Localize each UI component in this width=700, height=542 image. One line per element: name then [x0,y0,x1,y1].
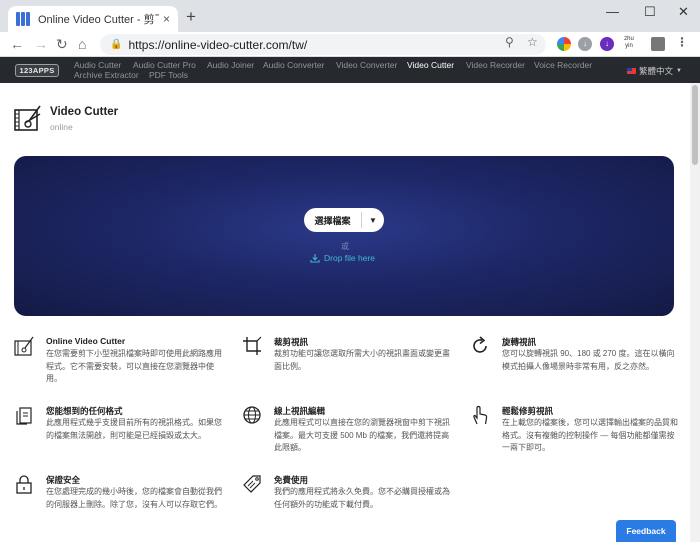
feature-description: 您可以旋轉視訊 90、180 或 270 度。這在以橫向模式拍攝人像場景時非常有… [502,349,675,371]
feature-crop-video: 裁剪視訊 裁剪功能可讓您選取所需大小的視訊畫面或變更畫面比例。 [242,336,452,396]
feature-secure: 保證安全 在您處理完成的幾小時後，您的檔案會自動從我們的伺服器上刪除。除了您，沒… [14,474,224,534]
feature-description: 在您處理完成的幾小時後，您的檔案會自動從我們的伺服器上刪除。除了您，沒有人可以存… [46,487,222,509]
nav-video-cutter[interactable]: Video Cutter [407,60,454,70]
feature-title: Online Video Cutter [46,336,126,346]
feature-title: 線上視訊編輯 [274,406,326,416]
feature-description: 此應用程式幾乎支援目前所有的視訊格式。如果您的檔案無法開啟，則可能是已經損毀或太… [46,418,222,440]
feature-description: 裁剪功能可讓您選取所需大小的視訊畫面或變更畫面比例。 [274,349,450,371]
chevron-down-icon[interactable]: ▼ [362,216,384,225]
site-favicon-icon [16,12,30,26]
maximize-button[interactable]: ☐ [644,4,656,20]
nav-video-recorder[interactable]: Video Recorder [466,60,525,70]
feature-title: 旋轉視訊 [502,337,537,347]
site-navigation: 123APPS Audio Cutter Audio Cutter Pro Au… [0,57,700,83]
page-scrollbar[interactable] [690,83,700,542]
video-cutter-icon [14,336,34,356]
feature-title: 您能想到的任何格式 [46,406,123,416]
forward-icon[interactable]: → [34,36,48,52]
page-title: Video Cutter [50,106,119,118]
nav-pdf-tools[interactable]: PDF Tools [149,70,188,80]
nav-video-converter[interactable]: Video Converter [336,60,397,70]
zoom-icon[interactable]: ⚲ [505,35,514,49]
extension-chrome-icon[interactable] [557,37,571,51]
feature-title: 保證安全 [46,475,81,485]
new-tab-button[interactable]: + [186,8,196,26]
feature-title: 輕鬆修剪視訊 [502,406,554,416]
lock-icon [16,475,32,494]
upload-dropzone[interactable] [14,156,674,316]
zhuyin-extension-icon[interactable]: zhu yin [621,36,637,50]
extension-grid-icon[interactable] [651,37,665,51]
feature-description: 我們的應用程式將永久免費。您不必購買授權或為任何額外的功能或下載付費。 [274,487,450,509]
flag-icon [627,68,636,74]
video-cutter-logo-icon [14,105,41,131]
choose-file-label: 選擇檔案 [314,215,351,226]
drop-file-text: Drop file here [324,253,376,263]
feature-easy-trim: 輕鬆修剪視訊 在上載您的檔案後，您可以選擇輸出檔案的品質和格式。沒有複雜的控制操… [470,405,680,465]
url-text: https://online-video-cutter.com/tw/ [128,37,308,52]
feature-title: 裁剪視訊 [274,337,309,347]
menu-icon[interactable]: ⋮ [676,35,688,49]
reload-icon[interactable]: ↻ [56,36,68,52]
chevron-down-icon: ▼ [676,68,682,74]
feature-title: 免費使用 [274,475,309,485]
feature-description: 此應用程式可以直接在您的瀏覽器視窗中剪下視訊檔案。最大可支援 500 Mb 的檔… [274,418,450,452]
language-selector[interactable]: 繁體中文 ▼ [627,65,682,77]
close-window-button[interactable]: ✕ [678,4,689,20]
lock-icon: 🔒 [110,39,123,50]
free-tag-icon [243,475,261,493]
crop-icon [243,336,262,355]
touch-icon [473,405,488,425]
language-label: 繁體中文 [639,66,674,76]
or-separator: 或 [341,242,349,251]
feature-description: 在上載您的檔案後，您可以選擇輸出檔案的品質和格式。沒有複雜的控制操作 — 每個功… [502,418,678,452]
tab-title: Online Video Cutter - 剪下視訊 [38,14,159,26]
feature-any-format: 您能想到的任何格式 此應用程式幾乎支援目前所有的視訊格式。如果您的檔案無法開啟，… [14,405,224,465]
address-toolbar: ← → ↻ ⌂ 🔒 https://online-video-cutter.co… [0,32,700,57]
feature-online-video-cutter: Online Video Cutter 在您需要剪下小型視訊檔案時即可使用此網路… [14,336,224,396]
feature-online-editing: 線上視訊編輯 此應用程式可以直接在您的瀏覽器視窗中剪下視訊檔案。最大可支援 50… [242,405,452,465]
extension-purple-icon[interactable]: ↓ [600,37,614,51]
bookmark-star-icon[interactable]: ☆ [527,35,538,49]
nav-audio-converter[interactable]: Audio Converter [263,60,324,70]
tab-close-icon[interactable]: × [163,12,170,26]
scrollbar-thumb[interactable] [692,85,698,165]
nav-audio-cutter[interactable]: Audio Cutter [74,60,121,70]
browser-tab-strip: Online Video Cutter - 剪下視訊 × + — ☐ ✕ [0,0,700,32]
browser-tab[interactable]: Online Video Cutter - 剪下視訊 × [8,6,178,32]
download-extension-icon[interactable]: ↓ [578,37,592,51]
choose-file-button[interactable]: 選擇檔案 ▼ [304,208,384,232]
feature-rotate-video: 旋轉視訊 您可以旋轉視訊 90、180 或 270 度。這在以橫向模式拍攝人像場… [470,336,680,396]
home-icon[interactable]: ⌂ [78,36,86,52]
files-icon [16,407,32,425]
feature-free: 免費使用 我們的應用程式將永久免費。您不必購買授權或為任何額外的功能或下載付費。 [242,474,452,534]
page-subtitle: online [50,122,73,132]
brand-logo[interactable]: 123APPS [15,64,59,77]
nav-audio-joiner[interactable]: Audio Joiner [207,60,254,70]
address-bar[interactable]: 🔒 https://online-video-cutter.com/tw/ [100,34,546,55]
nav-archive-extractor[interactable]: Archive Extractor [74,70,139,80]
download-icon [310,254,320,263]
back-icon[interactable]: ← [10,36,24,52]
nav-voice-recorder[interactable]: Voice Recorder [534,60,592,70]
rotate-icon [473,336,487,353]
feature-description: 在您需要剪下小型視訊檔案時即可使用此網路應用程式。它不需要安裝，可以直接在您瀏覽… [46,349,222,383]
drop-file-link[interactable]: Drop file here [310,253,375,263]
feedback-button[interactable]: Feedback [616,520,676,542]
minimize-button[interactable]: — [606,4,619,19]
nav-audio-cutter-pro[interactable]: Audio Cutter Pro [133,60,196,70]
globe-icon [243,406,261,424]
